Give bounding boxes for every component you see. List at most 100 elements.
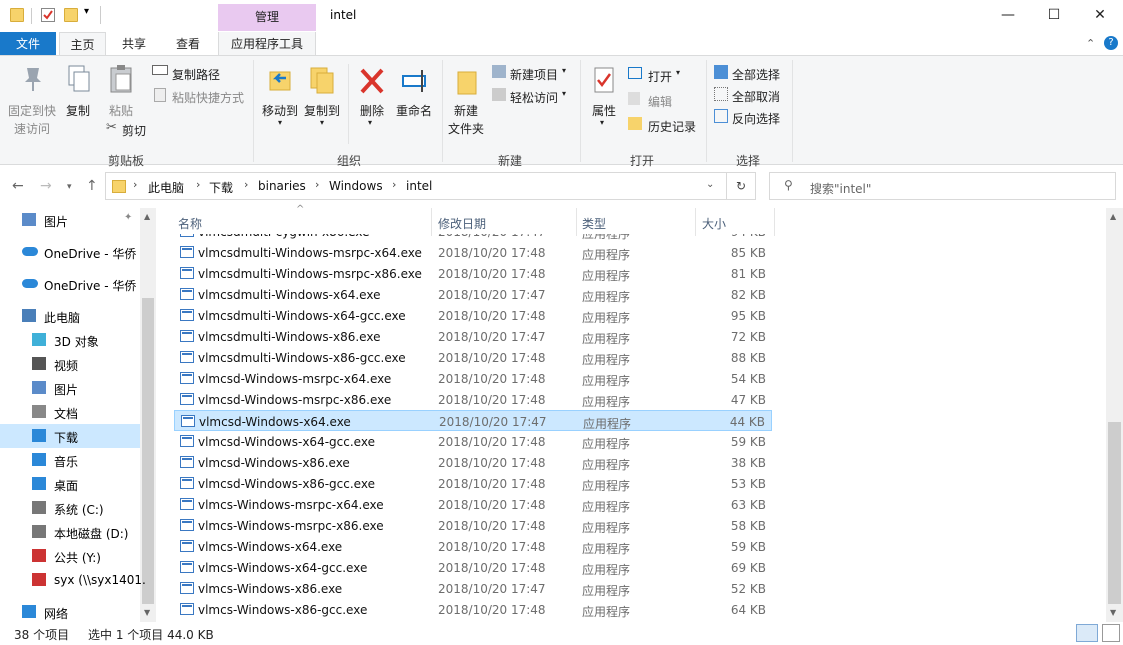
address-bar[interactable]: › 此电脑 › 下载 › binaries › Windows › intel … [105, 172, 727, 200]
forward-arrow-icon[interactable]: → [40, 178, 52, 194]
file-row[interactable]: vlmcsdmulti-Windows-msrpc-x86.exe 2018/10… [174, 263, 772, 284]
nav-item[interactable]: 网络 [0, 600, 140, 622]
nav-item[interactable]: syx (\\syx1401. [0, 568, 146, 592]
tab-home[interactable]: 主页 [59, 32, 106, 56]
breadcrumb-downloads[interactable]: 下载 [209, 179, 233, 196]
rename-button[interactable]: 重命名 [394, 62, 436, 142]
file-row[interactable]: vlmcs-Windows-x64.exe 2018/10/20 17:48 应用程… [174, 536, 772, 557]
breadcrumb-windows[interactable]: Windows [329, 179, 383, 193]
breadcrumb-separator-icon[interactable]: › [133, 178, 137, 191]
nav-item[interactable]: 系统 (C:) [0, 496, 140, 520]
cut-button[interactable]: ✂ 剪切 [104, 120, 154, 138]
nav-item[interactable]: 3D 对象 [0, 328, 140, 352]
file-row[interactable]: vlmcsd-Windows-x86.exe 2018/10/20 17:48 应用… [174, 452, 772, 473]
breadcrumb-intel[interactable]: intel [406, 179, 432, 193]
nav-item[interactable]: 文档 [0, 400, 140, 424]
recent-locations-icon[interactable]: ▾ [67, 182, 72, 192]
address-dropdown-icon[interactable]: ⌄ [706, 179, 714, 190]
nav-item[interactable]: 公共 (Y:) [0, 544, 140, 568]
tab-app-tools[interactable]: 应用程序工具 [218, 32, 316, 56]
copy-path-button[interactable]: 复制路径 [152, 64, 252, 82]
nav-item[interactable]: OneDrive - 华侨 [0, 272, 140, 296]
breadcrumb-separator-icon[interactable]: › [196, 178, 200, 191]
nav-item[interactable]: 本地磁盘 (D:) [0, 520, 140, 544]
column-size[interactable]: 大小 [702, 215, 726, 232]
properties-icon[interactable] [41, 8, 55, 22]
column-divider[interactable] [576, 208, 577, 236]
nav-item[interactable]: 桌面 [0, 472, 140, 496]
history-button[interactable]: 历史记录 [628, 116, 700, 134]
file-row[interactable]: vlmcs-Windows-x64-gcc.exe 2018/10/20 17:4… [174, 557, 772, 578]
details-view-icon[interactable] [1076, 624, 1098, 642]
minimize-button[interactable]: — [985, 0, 1031, 30]
delete-button[interactable]: 删除 ▾ [354, 62, 390, 142]
nav-item[interactable]: OneDrive - 华侨 [0, 240, 140, 264]
nav-item[interactable]: 图片 [0, 376, 140, 400]
close-button[interactable]: ✕ [1077, 0, 1123, 30]
file-row[interactable]: vlmcsd-Windows-x86-gcc.exe 2018/10/20 17:… [174, 473, 772, 494]
file-row[interactable]: vlmcsdmulti-Windows-x64-gcc.exe 2018/10/2… [174, 305, 772, 326]
large-icons-view-icon[interactable] [1102, 624, 1120, 642]
scroll-up-icon[interactable]: ▲ [144, 212, 150, 221]
open-button[interactable]: 打开 ▾ [628, 66, 688, 84]
file-row[interactable]: vlmcsd-Windows-msrpc-x86.exe 2018/10/20 1… [174, 389, 772, 410]
scroll-down-icon[interactable]: ▼ [1110, 608, 1116, 617]
file-row[interactable]: vlmcsdmulti-Windows-x64.exe 2018/10/20 17… [174, 284, 772, 305]
new-item-button[interactable]: 新建项目 ▾ [492, 64, 576, 82]
file-list-scroll-thumb[interactable] [1108, 422, 1121, 604]
search-input[interactable]: 搜索"intel" [810, 180, 871, 197]
collapse-ribbon-icon[interactable]: ⌃ [1086, 37, 1095, 50]
move-to-button[interactable]: 移动到 ▾ [258, 62, 300, 142]
column-date[interactable]: 修改日期 [438, 215, 486, 232]
invert-selection-button[interactable]: 反向选择 [714, 108, 790, 126]
scroll-down-icon[interactable]: ▼ [144, 608, 150, 617]
paste-shortcut-button[interactable]: 粘贴快捷方式 [152, 87, 252, 105]
nav-item[interactable]: 音乐 [0, 448, 140, 472]
column-name[interactable]: 名称 [178, 215, 202, 232]
breadcrumb-separator-icon[interactable]: › [315, 178, 319, 191]
search-box[interactable]: ⚲ 搜索"intel" [769, 172, 1116, 200]
new-folder-button[interactable]: 新建 文件夹 [446, 62, 490, 142]
paste-button[interactable]: 粘贴 [102, 62, 142, 118]
breadcrumb-separator-icon[interactable]: › [392, 178, 396, 191]
tab-share[interactable]: 共享 [110, 32, 158, 56]
new-folder-icon[interactable] [64, 8, 78, 22]
help-icon[interactable]: ? [1104, 36, 1118, 50]
edit-button[interactable]: 编辑 [628, 91, 688, 109]
tab-file[interactable]: 文件 [0, 32, 56, 56]
column-divider[interactable] [431, 208, 432, 236]
nav-item[interactable]: 下载 [0, 424, 140, 448]
file-row[interactable]: vlmcsd-Windows-x64.exe 2018/10/20 17:47 应用… [174, 410, 772, 431]
copy-button[interactable]: 复制 [60, 62, 98, 142]
file-row[interactable]: vlmcsdmulti-Windows-x86.exe 2018/10/20 17… [174, 326, 772, 347]
maximize-button[interactable]: ☐ [1031, 0, 1077, 30]
column-divider[interactable] [774, 208, 775, 236]
scroll-up-icon[interactable]: ▲ [1110, 212, 1116, 221]
easy-access-button[interactable]: 轻松访问 ▾ [492, 87, 576, 105]
file-row[interactable]: vlmcs-Windows-msrpc-x86.exe 2018/10/20 17… [174, 515, 772, 536]
breadcrumb-this-pc[interactable]: 此电脑 [148, 179, 184, 196]
file-row[interactable]: vlmcsdmulti-Windows-x86-gcc.exe 2018/10/2… [174, 347, 772, 368]
select-all-button[interactable]: 全部选择 [714, 64, 790, 82]
select-none-button[interactable]: 全部取消 [714, 86, 790, 104]
nav-item[interactable]: 视频 [0, 352, 140, 376]
breadcrumb-binaries[interactable]: binaries [258, 179, 306, 193]
breadcrumb-separator-icon[interactable]: › [244, 178, 248, 191]
column-divider[interactable] [695, 208, 696, 236]
file-row[interactable]: vlmcsd-Windows-x64-gcc.exe 2018/10/20 17:… [174, 431, 772, 452]
nav-scroll-thumb[interactable] [142, 298, 154, 604]
file-row[interactable]: vlmcs-Windows-x86-gcc.exe 2018/10/20 17:4… [174, 599, 772, 620]
file-row[interactable]: vlmcsdmulti-Windows-msrpc-x64.exe 2018/10… [174, 242, 772, 263]
tab-view[interactable]: 查看 [164, 32, 212, 56]
file-row[interactable]: vlmcsdmulti-cygwin-x86.exe 2018/10/20 17:… [174, 234, 772, 242]
context-tab-manage[interactable]: 管理 [218, 4, 316, 31]
file-row[interactable]: vlmcs-Windows-msrpc-x64.exe 2018/10/20 17… [174, 494, 772, 515]
file-row[interactable]: vlmcs-Windows-x86.exe 2018/10/20 17:47 应用程… [174, 578, 772, 599]
nav-item[interactable]: 此电脑 [0, 304, 140, 328]
pin-quick-access-button[interactable]: 固定到快 速访问 [6, 62, 58, 142]
back-arrow-icon[interactable]: ← [12, 178, 24, 194]
customize-qat-icon[interactable]: ▾ [84, 6, 89, 17]
refresh-button[interactable]: ↻ [727, 172, 756, 200]
copy-to-button[interactable]: 复制到 ▾ [300, 62, 344, 142]
properties-button[interactable]: 属性 ▾ [586, 62, 624, 142]
